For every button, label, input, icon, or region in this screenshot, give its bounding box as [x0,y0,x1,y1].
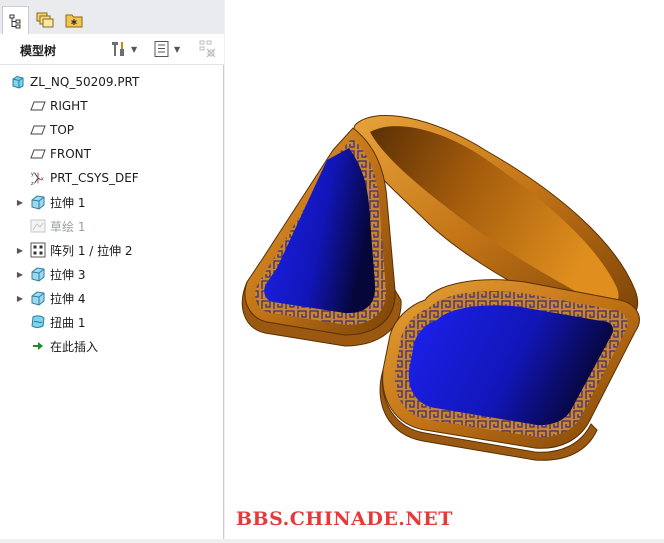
tree-node[interactable]: TOP [0,120,224,140]
show-button[interactable]: ▼ [153,39,180,59]
tree-node[interactable]: RIGHT [0,96,224,116]
part-icon [10,74,26,90]
show-filter-icon [154,41,169,57]
tree-node[interactable]: ▶ 阵列 1 / 拉伸 2 [0,240,224,260]
expand-arrow-icon[interactable]: ▶ [15,294,25,303]
tree-node-label: 阵列 1 / 拉伸 2 [50,243,133,258]
tree-node-label: 拉伸 4 [50,291,86,306]
coordinate-system-icon: yz x [30,170,46,187]
tree-node-label: 拉伸 3 [50,267,86,282]
svg-text:y: y [31,171,34,177]
tab-favorites[interactable]: ✱ [60,6,87,33]
tree-node[interactable]: 在此插入 [0,336,224,356]
settings-button[interactable]: ▼ [110,39,137,59]
tree-node-label: TOP [50,123,75,137]
panel-tab-bar: ✱ [0,0,224,35]
model-tree-tab-icon [9,14,20,29]
chevron-down-icon: ▼ [131,44,138,54]
tab-model-tree[interactable] [2,6,29,35]
tree-node[interactable]: ▶ 拉伸 3 [0,264,224,284]
layers-tab-icon [36,12,53,27]
model-tree-title: 模型树 [20,44,57,58]
tree-node[interactable]: 扭曲 1 [0,312,224,332]
svg-text:x: x [41,177,44,183]
extrude-icon [30,194,46,210]
tree-node-label: 拉伸 1 [50,195,86,210]
pattern-icon [30,242,46,258]
watermark-text: BBS.CHINADE.NET [236,508,453,530]
svg-text:z: z [31,181,34,187]
bangle-3d-model [241,115,640,461]
chevron-down-icon: ▼ [174,44,181,54]
tree-root-node[interactable]: ZL_NQ_50209.PRT [0,72,224,92]
model-tree-panel: ✱ 模型树 ▼ ▼ ZL_NQ_50209.PRT RIGHT TOP FRON… [0,0,224,539]
extrude-icon [30,266,46,282]
insert-here-arrow-icon [30,338,46,354]
extrude-icon [30,290,46,306]
expand-arrow-icon[interactable]: ▶ [15,270,25,279]
favorites-tab-icon: ✱ [65,14,82,27]
svg-text:✱: ✱ [70,18,77,27]
sketch-icon [30,218,46,234]
model-tree-toolbar: 模型树 ▼ ▼ [0,34,224,65]
tree-node[interactable]: ▶ 拉伸 1 [0,192,224,212]
tree-node[interactable]: ▶ 拉伸 4 [0,288,224,308]
bangle-inner-surface [370,126,619,307]
columns-disabled-icon [199,40,216,58]
tree-node-label: 在此插入 [50,339,99,354]
graphics-viewport[interactable]: BBS.CHINADE.NET [225,0,664,539]
tab-layers[interactable] [31,6,58,33]
tree-node-label: FRONT [50,147,91,161]
tree-node[interactable]: 草绘 1 [0,216,224,236]
tree-node-label: PRT_CSYS_DEF [50,171,139,185]
datum-plane-icon [30,146,46,162]
columns-button[interactable] [198,39,218,59]
expand-arrow-icon[interactable]: ▶ [15,198,25,207]
tree-node-label: RIGHT [50,99,88,113]
tree-node[interactable]: y z x PRT_CSYS_DEF [0,168,224,188]
tree-node-label: 草绘 1 [50,219,86,234]
warp-icon [30,314,46,330]
datum-plane-icon [30,98,46,114]
tree-node-label: 扭曲 1 [50,315,86,330]
tree-node-label: ZL_NQ_50209.PRT [30,75,140,89]
tree-node[interactable]: FRONT [0,144,224,164]
datum-plane-icon [30,122,46,138]
settings-tools-icon [112,42,124,56]
expand-arrow-icon[interactable]: ▶ [15,246,25,255]
